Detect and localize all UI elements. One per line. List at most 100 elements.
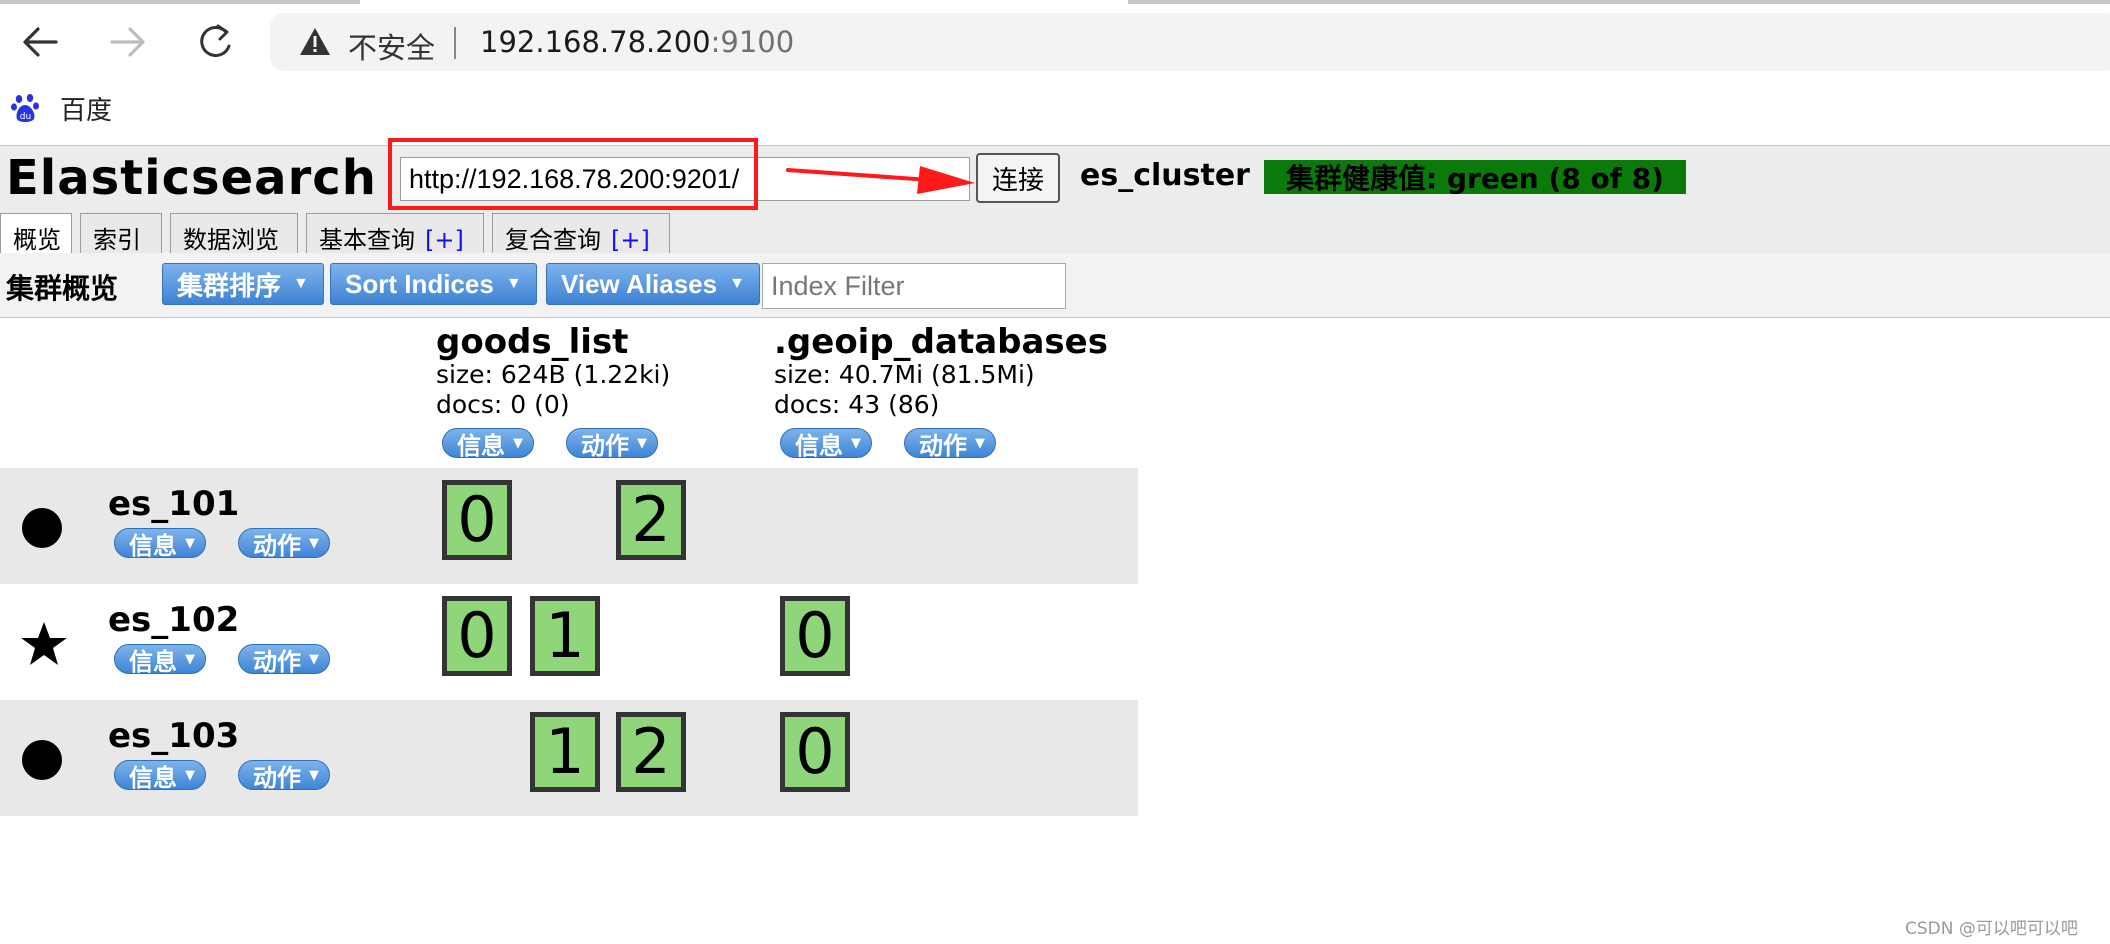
reload-icon <box>200 24 231 57</box>
node-row: es_102 信息 ▼ 动作 ▼ 0 1 0 <box>0 584 1138 700</box>
baidu-paw-icon: du <box>11 94 39 122</box>
index-name: goods_list <box>436 322 629 362</box>
shard-box[interactable]: 0 <box>442 480 512 560</box>
shard-number: 0 <box>785 717 845 787</box>
button-label: 动作 <box>919 431 967 460</box>
watermark: CSDN @可以吧可以吧 <box>1905 919 2078 939</box>
shard-number: 0 <box>785 601 845 671</box>
index-info-button[interactable]: 信息 ▼ <box>780 428 872 460</box>
node-row: es_103 信息 ▼ 动作 ▼ 1 2 0 <box>0 700 1138 816</box>
node-action-button[interactable]: 动作 ▼ <box>238 528 330 560</box>
node-action-button[interactable]: 动作 ▼ <box>238 644 330 676</box>
caret-down-icon: ▼ <box>185 535 195 551</box>
shard-box[interactable]: 0 <box>442 596 512 676</box>
cluster-name: es_cluster <box>1080 158 1250 193</box>
button-label: 信息 <box>129 763 177 792</box>
tab-label: 概览 <box>13 226 61 254</box>
node-name: es_102 <box>108 600 240 640</box>
annotation-highlight-box <box>388 138 758 210</box>
reload-button[interactable] <box>186 12 246 72</box>
arrow-right-icon <box>110 27 145 57</box>
tab-compound-query[interactable]: 复合查询 [+] <box>492 213 670 254</box>
index-action-button[interactable]: 动作 ▼ <box>566 428 658 460</box>
sort-indices-button[interactable]: Sort Indices ▼ <box>330 263 537 305</box>
index-action-button[interactable]: 动作 ▼ <box>904 428 996 460</box>
add-query-link[interactable]: [+] <box>425 226 464 254</box>
caret-down-icon: ▼ <box>293 275 309 292</box>
caret-down-icon: ▼ <box>505 275 522 292</box>
node-action-button[interactable]: 动作 ▼ <box>238 760 330 792</box>
url-host: 192.168.78.200 <box>480 25 711 59</box>
tab-label: 基本查询 <box>319 226 415 254</box>
index-docs: docs: 43 (86) <box>774 390 940 419</box>
shard-box[interactable]: 1 <box>530 596 600 676</box>
button-label: 集群排序 <box>177 270 282 301</box>
tab-overview[interactable]: 概览 <box>0 213 72 256</box>
node-circle-icon <box>22 740 62 780</box>
shard-box[interactable]: 0 <box>780 596 850 676</box>
caret-down-icon: ▼ <box>185 651 195 667</box>
node-info-button[interactable]: 信息 ▼ <box>114 644 206 676</box>
node-info-button[interactable]: 信息 ▼ <box>114 528 206 560</box>
view-aliases-button[interactable]: View Aliases ▼ <box>546 263 760 305</box>
index-name: .geoip_databases <box>774 322 1108 362</box>
caret-down-icon: ▼ <box>729 275 745 292</box>
back-button[interactable] <box>10 12 70 72</box>
url-port: :9100 <box>710 25 795 59</box>
app-title: Elasticsearch <box>6 150 377 206</box>
node-name: es_103 <box>108 716 240 756</box>
caret-down-icon: ▼ <box>185 767 195 783</box>
button-label: 信息 <box>795 431 843 460</box>
shard-box[interactable]: 0 <box>780 712 850 792</box>
shard-box[interactable]: 1 <box>530 712 600 792</box>
connect-button[interactable]: 连接 <box>976 153 1060 203</box>
warning-icon[interactable] <box>298 25 332 59</box>
index-size: size: 624B (1.22ki) <box>436 360 671 389</box>
tab-strip-right <box>1128 0 2110 4</box>
tab-label: 复合查询 <box>505 226 601 254</box>
security-status-label[interactable]: 不安全 <box>348 25 435 67</box>
node-name: es_101 <box>108 484 240 524</box>
caret-down-icon: ▼ <box>309 651 319 667</box>
button-label: 信息 <box>457 431 505 460</box>
svg-text:du: du <box>20 112 31 122</box>
address-bar[interactable]: 不安全 192.168.78.200:9100 <box>270 13 2110 71</box>
button-label: 动作 <box>581 431 629 460</box>
index-filter-input[interactable] <box>762 263 1066 309</box>
shard-box[interactable]: 2 <box>616 480 686 560</box>
shard-number: 1 <box>535 717 595 787</box>
caret-down-icon: ▼ <box>851 435 861 451</box>
url-text[interactable]: 192.168.78.200:9100 <box>480 25 794 59</box>
shard-number: 1 <box>535 601 595 671</box>
caret-down-icon: ▼ <box>975 435 985 451</box>
button-label: Sort Indices <box>345 268 494 299</box>
tab-indices[interactable]: 索引 <box>80 213 162 254</box>
shard-box[interactable]: 2 <box>616 712 686 792</box>
tab-basic-query[interactable]: 基本查询 [+] <box>306 213 484 254</box>
annotation-arrow-icon <box>786 166 975 194</box>
overview-toolbar: 集群概览 集群排序 ▼ Sort Indices ▼ View Aliases ▼ <box>0 253 2110 318</box>
browser-chrome: 不安全 192.168.78.200:9100 du 百度 <box>0 0 2110 145</box>
button-label: 信息 <box>129 647 177 676</box>
tab-data-browser[interactable]: 数据浏览 <box>170 213 298 254</box>
node-info-button[interactable]: 信息 ▼ <box>114 760 206 792</box>
forward-button[interactable] <box>98 12 158 72</box>
bookmark-baidu[interactable]: du 百度 <box>10 88 112 128</box>
button-label: 动作 <box>253 647 301 676</box>
caret-down-icon: ▼ <box>637 435 647 451</box>
caret-down-icon: ▼ <box>309 767 319 783</box>
tab-strip-left <box>0 0 360 4</box>
arrow-left-icon <box>23 27 58 57</box>
button-label: 信息 <box>129 531 177 560</box>
shard-number: 0 <box>447 601 507 671</box>
shard-number: 0 <box>447 485 507 555</box>
index-size: size: 40.7Mi (81.5Mi) <box>774 360 1035 389</box>
bookmark-label: 百度 <box>60 95 113 126</box>
address-separator <box>454 27 456 59</box>
tab-label: 索引 <box>93 226 141 254</box>
index-info-button[interactable]: 信息 ▼ <box>442 428 534 460</box>
index-docs: docs: 0 (0) <box>436 390 570 419</box>
node-row: es_101 信息 ▼ 动作 ▼ 0 2 <box>0 468 1138 584</box>
add-query-link[interactable]: [+] <box>611 226 650 254</box>
sort-cluster-button[interactable]: 集群排序 ▼ <box>162 263 324 305</box>
